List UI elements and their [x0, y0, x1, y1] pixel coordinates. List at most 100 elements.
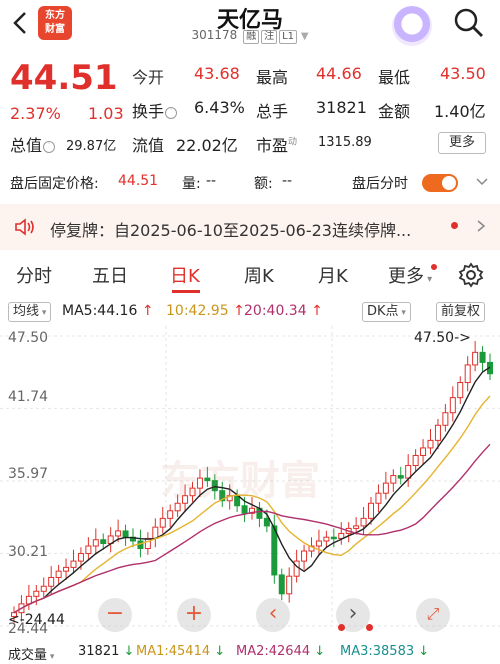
header: 东方 财富 天亿马 301178 融注 L1 ▼: [0, 0, 500, 52]
candle-body: [152, 526, 159, 539]
volume-select[interactable]: 成交量 ▾: [8, 644, 54, 663]
candle-body: [48, 576, 55, 587]
tab-timeshare[interactable]: 分时: [16, 262, 52, 288]
candle-body: [122, 530, 129, 538]
tab-monthly-k[interactable]: 月K: [318, 262, 348, 288]
active-tab-indicator: [172, 290, 200, 293]
candle-body: [457, 382, 464, 399]
candle-body: [263, 517, 270, 527]
scroll-left-button[interactable]: ‹: [256, 598, 290, 632]
candle-body: [25, 595, 32, 605]
current-price: 44.51: [10, 58, 118, 98]
search-icon[interactable]: [452, 6, 486, 40]
candle-body: [449, 397, 456, 414]
dk-point-select[interactable]: DK点 ▾: [362, 302, 411, 322]
ma20-value: 20:40.34 ↑: [244, 303, 323, 319]
market-cap-label: 总值 ˙: [10, 132, 56, 156]
change-percent: 2.37%: [10, 104, 61, 123]
tab-five-day[interactable]: 五日: [92, 262, 128, 288]
after-hours-amount-label: 额:: [254, 176, 273, 192]
assistant-robot-icon[interactable]: [392, 6, 432, 46]
high-label: 最高: [256, 68, 289, 87]
zoom-out-button[interactable]: −: [98, 598, 132, 632]
candle-body: [33, 590, 40, 597]
candle-body: [472, 351, 479, 366]
candle-body: [115, 530, 122, 537]
market-cap-value: 29.87亿: [66, 139, 117, 154]
watermark: 东方财富: [160, 458, 320, 504]
candle-body: [434, 424, 441, 441]
float-cap-value: 22.02亿: [176, 136, 238, 155]
after-hours-qty: --: [206, 173, 217, 189]
candle-body: [412, 454, 419, 467]
tag-level1[interactable]: L1: [279, 30, 298, 44]
candle-body: [144, 537, 151, 550]
open-stat: 今开: [132, 68, 165, 87]
notice-bar[interactable]: 停复牌：自2025-06-10至2025-06-23连续停牌...: [0, 204, 500, 250]
candle-body: [397, 475, 404, 479]
ma-legend: MA5:44.16 ↑ 10:42.95 ↑ 20:40.34 ↑: [0, 300, 500, 324]
candle-body: [92, 539, 99, 547]
more-button[interactable]: 更多: [438, 132, 486, 154]
y-tick-label: 41.74: [8, 389, 49, 405]
min-price-marker: <-24.44: [8, 612, 65, 628]
after-hours-toggle[interactable]: [422, 174, 458, 192]
adjust-select[interactable]: 前复权: [436, 302, 486, 322]
candle-body: [278, 574, 285, 595]
chevron-down-icon[interactable]: [476, 176, 488, 188]
amount-value: 1.40亿: [434, 102, 486, 121]
stock-code: 301178: [191, 28, 238, 42]
candle-body: [100, 539, 107, 545]
tab-more[interactable]: 更多 ▾: [388, 262, 432, 288]
candle-body: [442, 412, 449, 426]
ma5-value: MA5:44.16 ↑: [62, 303, 154, 319]
after-hours-qty-label: 量:: [182, 176, 201, 192]
candle-body: [330, 536, 337, 540]
zoom-in-button[interactable]: +: [177, 598, 211, 632]
chevron-down-icon[interactable]: ▼: [301, 31, 309, 42]
candle-body: [353, 525, 360, 529]
candle-body: [286, 575, 293, 595]
candle-body: [479, 351, 486, 363]
candle-body: [63, 566, 70, 572]
low-value: 43.50: [440, 64, 486, 83]
info-icon[interactable]: ˙: [43, 140, 56, 153]
volume-value: 31821: [316, 98, 367, 117]
chevron-right-icon[interactable]: [476, 220, 486, 232]
vol-ma3: MA3:38583 ↓: [340, 644, 430, 659]
new-dot: [431, 264, 437, 270]
gear-icon[interactable]: [458, 262, 484, 288]
candle-body: [375, 492, 382, 504]
notice-text: 停复牌：自2025-06-10至2025-06-23连续停牌...: [50, 221, 412, 240]
tab-daily-k[interactable]: 日K: [170, 262, 200, 288]
high-value: 44.66: [316, 64, 362, 83]
candle-body: [55, 570, 62, 578]
info-icon[interactable]: ˙: [165, 106, 178, 119]
unread-dot: [451, 222, 458, 229]
volume-label: 总手: [256, 102, 289, 121]
candle-body: [85, 545, 92, 555]
candle-body: [40, 585, 47, 592]
pe-label: 市盈动: [256, 136, 298, 155]
candle-body: [70, 560, 77, 568]
candle-body: [464, 364, 471, 384]
tab-weekly-k[interactable]: 周K: [244, 262, 274, 288]
y-tick-label: 30.21: [8, 544, 49, 560]
indicator-dot: [366, 624, 373, 631]
volume-row: 成交量 ▾ 31821 ↓ MA1:45414 ↓ MA2:42644 ↓ MA…: [0, 640, 500, 664]
open-value: 43.68: [194, 64, 240, 83]
candle-body: [315, 540, 322, 547]
tag-margin: 融: [243, 30, 260, 44]
after-hours-amount: --: [282, 173, 293, 189]
y-tick-label: 35.97: [8, 466, 49, 482]
candle-body: [323, 536, 330, 542]
candle-body: [390, 475, 397, 484]
candle-body: [368, 502, 374, 519]
vol-ma1: MA1:45414 ↓: [136, 644, 226, 659]
fullscreen-button[interactable]: ⤢: [416, 598, 450, 632]
max-price-marker: 47.50->: [414, 330, 471, 346]
low-label: 最低: [378, 68, 411, 87]
after-hours-price: 44.51: [118, 173, 159, 189]
turnover-label: 换手 ˙: [132, 98, 178, 122]
after-hours-timeshare-label: 盘后分时: [352, 176, 408, 192]
